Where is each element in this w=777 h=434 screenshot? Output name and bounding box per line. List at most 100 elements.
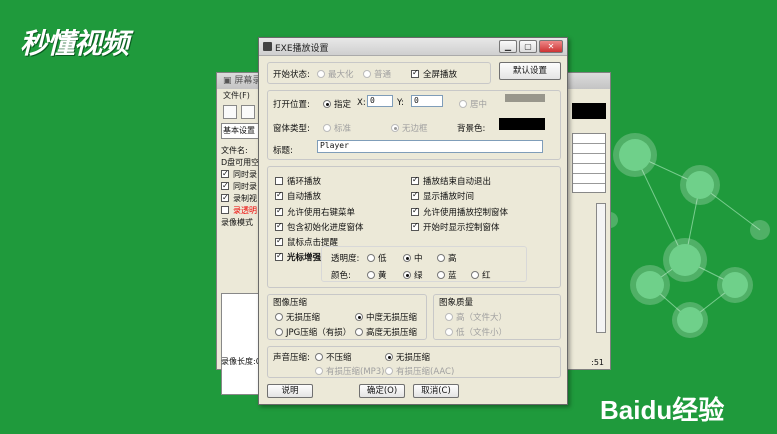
- radio-icon[interactable]: [275, 328, 283, 336]
- radio-icon[interactable]: [403, 271, 411, 279]
- radio-center[interactable]: 居中: [459, 98, 487, 110]
- radio-color-green[interactable]: 绿: [403, 269, 423, 281]
- new-file-icon[interactable]: [223, 105, 237, 119]
- check-auto-exit[interactable]: 播放结束自动退出: [411, 175, 491, 187]
- radio-icon[interactable]: [403, 254, 411, 262]
- transparency-label: 透明度:: [331, 254, 360, 264]
- radio-icon[interactable]: [315, 353, 323, 361]
- help-button[interactable]: 说明: [267, 384, 313, 398]
- radio-icon[interactable]: [459, 100, 467, 108]
- radio-audio-aac[interactable]: 有损压缩(AAC): [385, 365, 454, 377]
- check-label: 自动播放: [287, 192, 322, 202]
- radio-quality-low[interactable]: 低（文件小）: [445, 326, 507, 338]
- position-preview: [505, 94, 545, 102]
- radio-icon[interactable]: [363, 70, 371, 78]
- maximize-icon[interactable]: ▢: [519, 40, 537, 53]
- check-auto-play[interactable]: 自动播放: [275, 190, 321, 202]
- checkbox[interactable]: [411, 190, 419, 200]
- radio-specify[interactable]: 指定: [323, 98, 351, 110]
- radio-icon[interactable]: [391, 124, 399, 132]
- checkbox[interactable]: [275, 236, 283, 246]
- radio-maximize[interactable]: 最大化: [317, 68, 354, 80]
- radio-icon[interactable]: [315, 367, 323, 375]
- start-state-label: 开始状态:: [273, 70, 310, 80]
- checkbox[interactable]: [275, 251, 283, 261]
- menu-file[interactable]: 文件(F): [223, 91, 250, 100]
- radio-icon[interactable]: [471, 271, 479, 279]
- check-control-window[interactable]: 允许使用播放控制窗体: [411, 206, 508, 218]
- radio-icon[interactable]: [367, 254, 375, 262]
- default-settings-button[interactable]: 默认设置: [499, 62, 561, 80]
- radio-label: JPG压缩（有损）: [286, 328, 352, 338]
- checkbox[interactable]: [275, 206, 283, 216]
- radio-transparency-mid[interactable]: 中: [403, 252, 423, 264]
- checkbox[interactable]: [221, 206, 229, 214]
- radio-normal[interactable]: 普通: [363, 68, 391, 80]
- window-type-label: 窗体类型:: [273, 124, 310, 134]
- radio-label: 高（文件大）: [456, 313, 508, 323]
- checkbox[interactable]: [221, 168, 229, 180]
- radio-icon[interactable]: [385, 353, 393, 361]
- radio-icon[interactable]: [355, 313, 363, 321]
- radio-audio-mp3[interactable]: 有损压缩(MP3): [315, 365, 385, 377]
- back-status-right: :51: [591, 358, 604, 367]
- x-input[interactable]: 0: [367, 95, 393, 107]
- check-show-time[interactable]: 显示播放时间: [411, 190, 474, 202]
- checkbox[interactable]: [411, 68, 419, 78]
- radio-color-yellow[interactable]: 黄: [367, 269, 387, 281]
- radio-transparency-low[interactable]: 低: [367, 252, 387, 264]
- checkbox[interactable]: [411, 175, 419, 185]
- radio-audio-none[interactable]: 不压缩: [315, 351, 352, 363]
- back-scrollbar[interactable]: [596, 203, 606, 333]
- radio-quality-high[interactable]: 高（文件大）: [445, 311, 507, 323]
- radio-jpg-lossy[interactable]: JPG压缩（有损）: [275, 326, 351, 338]
- radio-icon[interactable]: [323, 100, 331, 108]
- minimize-icon[interactable]: ▁: [499, 40, 517, 53]
- check-fullscreen[interactable]: 全屏播放: [411, 68, 457, 80]
- back-table[interactable]: [572, 133, 606, 193]
- radio-standard[interactable]: 标准: [323, 122, 351, 134]
- checkbox[interactable]: [221, 180, 229, 192]
- checkbox[interactable]: [411, 206, 419, 216]
- preview-black-box: [572, 103, 606, 119]
- check-cursor-enhance[interactable]: 光标增强: [275, 251, 321, 263]
- bg-color-swatch[interactable]: [499, 118, 545, 130]
- check-loop-play[interactable]: 循环播放: [275, 175, 321, 187]
- radio-icon[interactable]: [385, 367, 393, 375]
- radio-high-lossless[interactable]: 高度无损压缩: [355, 326, 417, 338]
- title-input[interactable]: Player: [317, 140, 543, 153]
- radio-icon[interactable]: [437, 254, 445, 262]
- radio-icon[interactable]: [355, 328, 363, 336]
- x-label: X:: [357, 98, 366, 108]
- radio-color-red[interactable]: 红: [471, 269, 491, 281]
- radio-label: 低: [378, 254, 387, 264]
- radio-label: 中度无损压缩: [366, 313, 418, 323]
- radio-label: 低（文件小）: [456, 328, 508, 338]
- radio-transparency-high[interactable]: 高: [437, 252, 457, 264]
- radio-icon[interactable]: [317, 70, 325, 78]
- checkbox[interactable]: [221, 192, 229, 204]
- radio-medium-lossless[interactable]: 中度无损压缩: [355, 311, 417, 323]
- ok-button[interactable]: 确定(O): [359, 384, 405, 398]
- radio-icon[interactable]: [445, 328, 453, 336]
- checkbox[interactable]: [275, 221, 283, 231]
- radio-icon[interactable]: [323, 124, 331, 132]
- radio-lossless[interactable]: 无损压缩: [275, 311, 320, 323]
- radio-audio-lossless[interactable]: 无损压缩: [385, 351, 430, 363]
- check-init-progress[interactable]: 包含初始化进度窗体: [275, 221, 364, 233]
- check-show-control-at-start[interactable]: 开始时显示控制窗体: [411, 221, 500, 233]
- radio-color-blue[interactable]: 蓝: [437, 269, 457, 281]
- radio-icon[interactable]: [445, 313, 453, 321]
- close-icon[interactable]: ✕: [539, 40, 563, 53]
- cancel-button[interactable]: 取消(C): [413, 384, 459, 398]
- radio-borderless[interactable]: 无边框: [391, 122, 428, 134]
- checkbox[interactable]: [411, 221, 419, 231]
- radio-icon[interactable]: [437, 271, 445, 279]
- checkbox[interactable]: [275, 190, 283, 200]
- record-icon[interactable]: [241, 105, 255, 119]
- checkbox[interactable]: [275, 177, 283, 185]
- radio-icon[interactable]: [367, 271, 375, 279]
- radio-icon[interactable]: [275, 313, 283, 321]
- check-right-click-menu[interactable]: 允许使用右键菜单: [275, 206, 355, 218]
- y-input[interactable]: 0: [411, 95, 443, 107]
